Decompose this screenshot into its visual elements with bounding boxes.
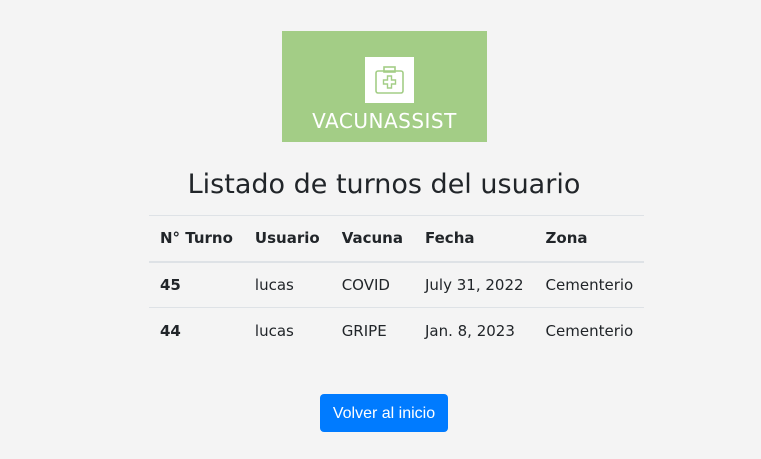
cell-zona: Cementerio [545, 275, 634, 294]
table-row: 44 lucas GRIPE Jan. 8, 2023 Cementerio [149, 308, 644, 354]
cell-turno: 44 [160, 321, 181, 340]
column-header-fecha: Fecha [424, 229, 475, 248]
cell-vacuna: COVID [341, 275, 390, 294]
vacunassist-logo: VACUNASSIST [282, 31, 487, 142]
cell-usuario: lucas [254, 321, 294, 340]
first-aid-kit-icon [365, 57, 414, 103]
back-to-home-button[interactable]: Volver al inicio [320, 394, 448, 432]
cell-turno: 45 [160, 275, 181, 294]
cell-fecha: July 31, 2022 [424, 275, 524, 294]
table-row: 45 lucas COVID July 31, 2022 Cementerio [149, 262, 645, 308]
column-header-turno: N° Turno [160, 229, 233, 248]
column-header-usuario: Usuario [254, 229, 320, 248]
cell-usuario: lucas [254, 275, 294, 294]
column-header-zona: Zona [545, 229, 588, 248]
table-header-row: N° Turno Usuario Vacuna Fecha Zona [149, 215, 645, 262]
cell-zona: Cementerio [545, 321, 634, 340]
cell-fecha: Jan. 8, 2023 [424, 321, 515, 340]
logo-text: VACUNASSIST [312, 109, 457, 133]
column-header-vacuna: Vacuna [341, 229, 403, 248]
turnos-table: N° Turno Usuario Vacuna Fecha Zona 45 lu… [149, 215, 645, 354]
cell-vacuna: GRIPE [341, 321, 387, 340]
page-title: Listado de turnos del usuario [187, 169, 581, 200]
